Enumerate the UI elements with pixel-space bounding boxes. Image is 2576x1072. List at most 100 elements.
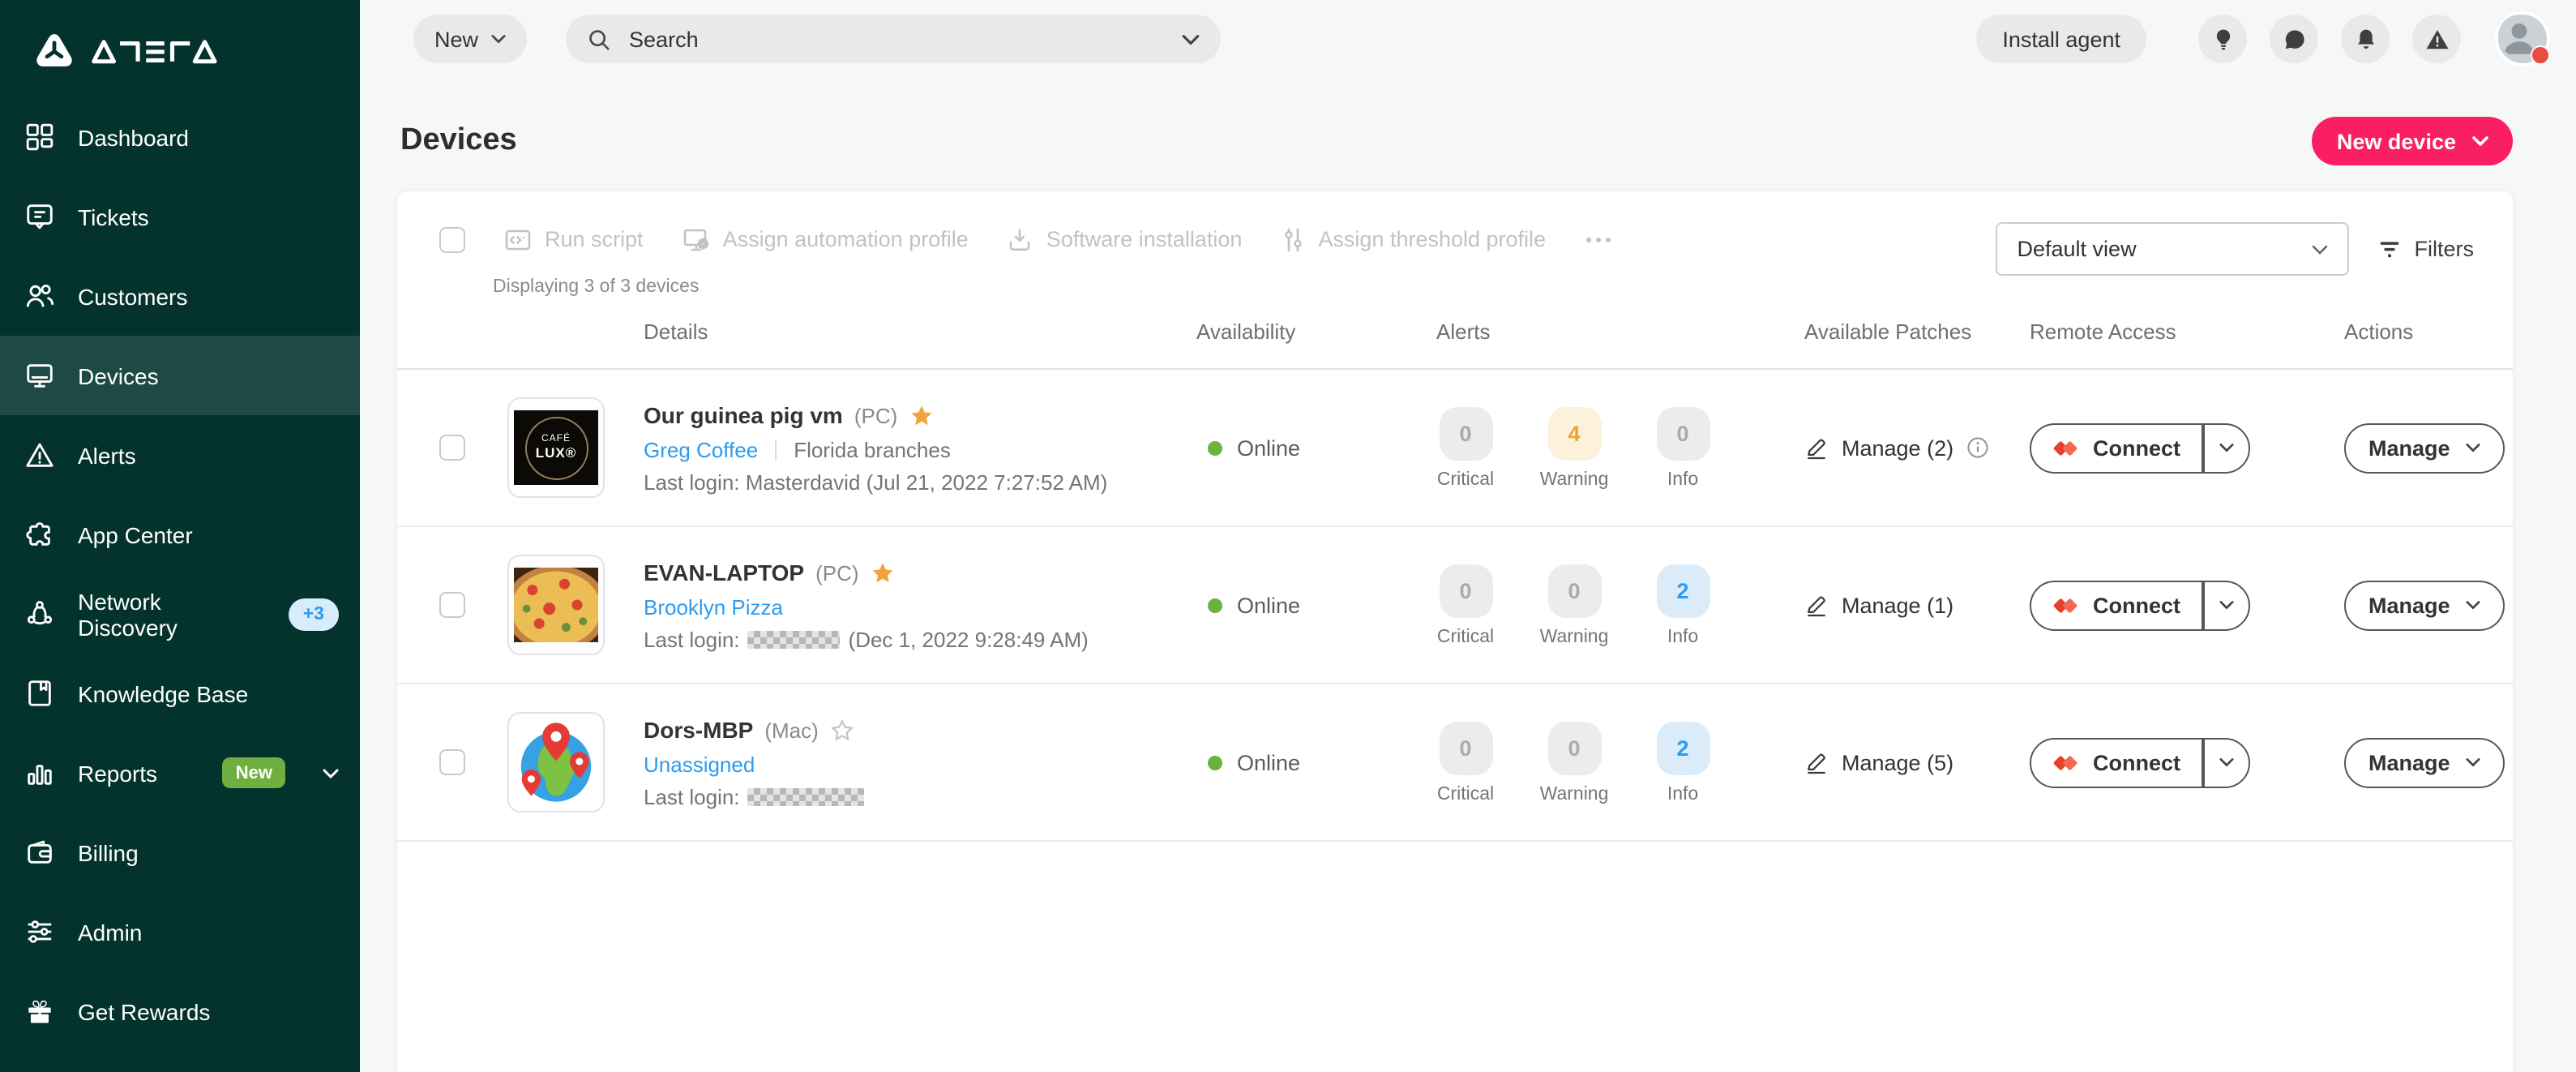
sidebar-item-label: Get Rewards <box>78 998 210 1024</box>
last-login: Last login: Masterdavid (Jul 21, 2022 7:… <box>644 471 1107 492</box>
view-select[interactable]: Default view <box>1996 222 2350 276</box>
manage-device-button[interactable]: Manage <box>2344 580 2505 630</box>
online-dot <box>1208 598 1222 612</box>
edit-pencil-icon <box>1804 750 1829 774</box>
sidebar-item-dashboard[interactable]: Dashboard <box>0 97 360 177</box>
topbar: New Install agent <box>360 0 2576 78</box>
critical-count[interactable]: 0 <box>1439 721 1492 774</box>
device-name[interactable]: EVAN-LAPTOP <box>644 561 804 584</box>
connect-dropdown-button[interactable] <box>2204 739 2248 786</box>
connect-dropdown-button[interactable] <box>2204 581 2248 628</box>
device-type: (Mac) <box>764 719 818 740</box>
connect-split-button[interactable]: Connect <box>2030 580 2249 630</box>
connect-label: Connect <box>2093 435 2180 460</box>
manage-label: Manage <box>2368 435 2450 460</box>
global-search[interactable] <box>566 15 1221 63</box>
manage-patches-link[interactable]: Manage (1) <box>1842 593 1953 617</box>
row-checkbox[interactable] <box>439 749 465 775</box>
atera-app: ATERA Dashboard Tickets Customers Device… <box>0 0 2576 1072</box>
customer-link[interactable]: Greg Coffee <box>644 439 758 460</box>
sidebar-item-reports[interactable]: Reports New <box>0 733 360 813</box>
more-actions-button[interactable] <box>1585 236 1611 242</box>
sidebar-item-knowledge-base[interactable]: Knowledge Base <box>0 654 360 733</box>
manage-patches-link[interactable]: Manage (2) <box>1842 435 1953 460</box>
sidebar-item-network-discovery[interactable]: Network Discovery +3 <box>0 574 360 654</box>
row-checkbox[interactable] <box>439 435 465 461</box>
info-count[interactable]: 2 <box>1656 721 1709 774</box>
favorite-star-icon[interactable] <box>909 403 933 427</box>
chevron-down-icon <box>2472 136 2488 146</box>
sidebar-item-tickets[interactable]: Tickets <box>0 177 360 256</box>
user-avatar[interactable] <box>2495 11 2550 66</box>
alerts-button[interactable] <box>2412 15 2461 63</box>
table-header: Details Availability Alerts Available Pa… <box>397 295 2513 370</box>
online-dot <box>1208 440 1222 455</box>
device-name[interactable]: Our guinea pig vm <box>644 404 843 427</box>
chat-button[interactable] <box>2270 15 2318 63</box>
device-thumbnail: CAFÉ LUX® <box>507 397 605 498</box>
filters-label: Filters <box>2415 237 2475 261</box>
sidebar-item-get-rewards[interactable]: Get Rewards <box>0 971 360 1051</box>
chevron-down-icon <box>323 768 339 778</box>
notifications-button[interactable] <box>2341 15 2390 63</box>
chevron-down-icon <box>2219 443 2233 452</box>
col-actions: Actions <box>2344 319 2497 344</box>
sidebar-item-customers[interactable]: Customers <box>0 256 360 336</box>
manage-device-button[interactable]: Manage <box>2344 422 2505 473</box>
critical-count[interactable]: 0 <box>1439 406 1492 460</box>
warning-count[interactable]: 0 <box>1547 564 1601 617</box>
new-menu-button[interactable]: New <box>413 15 527 63</box>
customer-link[interactable]: Brooklyn Pizza <box>644 596 783 617</box>
sidebar-item-billing[interactable]: Billing <box>0 813 360 892</box>
remote-access-cell: Connect <box>2030 737 2344 787</box>
remote-access-cell: Connect <box>2030 580 2344 630</box>
search-input[interactable] <box>626 25 1167 53</box>
reports-new-badge: New <box>223 757 285 788</box>
row-checkbox[interactable] <box>439 592 465 618</box>
new-menu-label: New <box>434 27 478 51</box>
software-installation-action[interactable]: Software installation <box>1008 226 1243 252</box>
install-agent-button[interactable]: Install agent <box>1976 15 2146 63</box>
sidebar-item-admin[interactable]: Admin <box>0 892 360 971</box>
favorite-star-icon[interactable] <box>871 560 895 585</box>
manage-patches-link[interactable]: Manage (5) <box>1842 750 1953 774</box>
critical-count[interactable]: 0 <box>1439 564 1492 617</box>
assign-threshold-action[interactable]: Assign threshold profile <box>1281 226 1546 252</box>
warning-count[interactable]: 4 <box>1547 406 1601 460</box>
connect-dropdown-button[interactable] <box>2204 424 2248 471</box>
info-label: Info <box>1667 784 1698 804</box>
connect-button[interactable]: Connect <box>2031 739 2202 786</box>
customer-link[interactable]: Unassigned <box>644 753 755 774</box>
connect-button[interactable]: Connect <box>2031 424 2202 471</box>
chevron-down-icon <box>2467 600 2481 610</box>
select-all-checkbox[interactable] <box>439 226 465 252</box>
atera-logo[interactable]: ATERA <box>0 0 360 79</box>
device-name[interactable]: Dors-MBP <box>644 718 753 741</box>
sidebar-item-alerts[interactable]: Alerts <box>0 415 360 495</box>
info-count[interactable]: 2 <box>1656 564 1709 617</box>
warning-count[interactable]: 0 <box>1547 721 1601 774</box>
manage-device-button[interactable]: Manage <box>2344 737 2505 787</box>
info-icon[interactable] <box>1966 436 1989 459</box>
favorite-star-outline-icon[interactable] <box>830 718 854 742</box>
assign-automation-action[interactable]: Assign automation profile <box>683 226 969 252</box>
sidebar-item-label: Dashboard <box>78 124 189 150</box>
connect-split-button[interactable]: Connect <box>2030 737 2249 787</box>
sidebar-item-label: Reports <box>78 760 157 786</box>
filters-button[interactable]: Filters <box>2379 237 2475 261</box>
run-script-label: Run script <box>545 227 644 251</box>
tickets-icon <box>24 201 55 232</box>
sidebar-item-devices[interactable]: Devices <box>0 336 360 415</box>
info-count[interactable]: 0 <box>1656 406 1709 460</box>
dashboard-icon <box>24 122 55 152</box>
sidebar-item-app-center[interactable]: App Center <box>0 495 360 574</box>
view-controls: Default view Filters <box>1996 222 2475 276</box>
search-icon <box>587 27 611 51</box>
connect-button[interactable]: Connect <box>2031 581 2202 628</box>
run-script-action[interactable]: Run script <box>504 226 644 252</box>
whats-new-button[interactable] <box>2198 15 2247 63</box>
connect-split-button[interactable]: Connect <box>2030 422 2249 473</box>
edit-pencil-icon <box>1804 593 1829 617</box>
table-row: Dors-MBP (Mac) Unassigned Last login: <box>397 684 2513 842</box>
new-device-button[interactable]: New device <box>2313 117 2513 165</box>
